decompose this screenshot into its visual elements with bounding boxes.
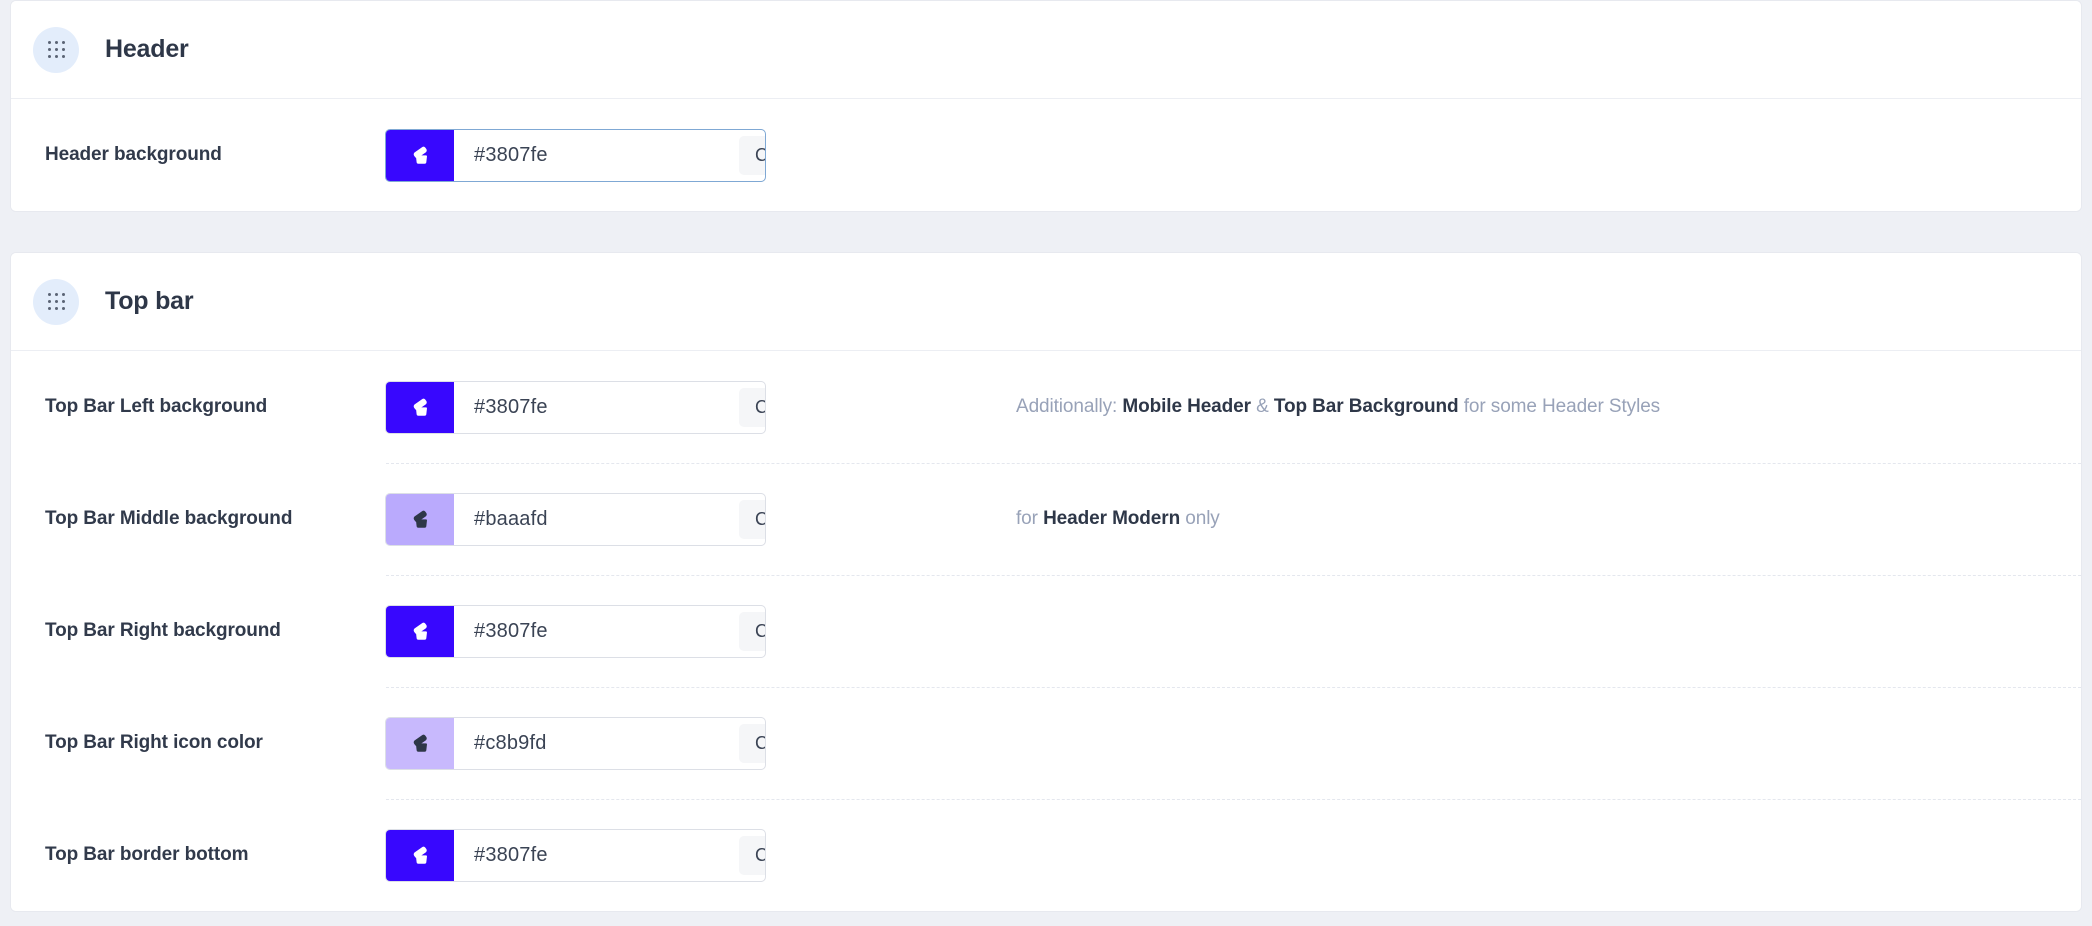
hint-strong-1: Mobile Header [1122,396,1251,417]
clear-color-button[interactable]: Clear [739,723,765,763]
hex-color-input[interactable] [454,129,739,181]
section-rows: Top Bar Left background Clear Additionally… [11,351,2081,911]
settings-card-top-bar: Top bar Top Bar Left background Clear Addit… [10,252,2082,912]
section-rows: Header background Clear [11,99,2081,211]
hex-color-input[interactable] [454,605,739,657]
color-swatch-button[interactable] [386,829,454,881]
drag-dots-glyph [47,293,65,310]
drag-dots-glyph [47,41,65,58]
section-header: Header [11,1,2081,99]
setting-label: Header background [45,144,222,165]
paint-bucket-icon [409,732,431,754]
paint-bucket-icon [409,844,431,866]
row-hint: for Header Modern only [1016,508,1220,530]
section-header: Top bar [11,253,2081,351]
clear-color-button[interactable]: Clear [739,135,765,175]
color-picker-field[interactable]: Clear [385,380,766,434]
setting-label: Top Bar Left background [45,396,268,417]
setting-row: Top Bar Right icon color Clear [11,687,2081,799]
hex-color-input[interactable] [454,717,739,769]
color-picker-field[interactable]: Clear [385,828,766,882]
row-hint: Additionally: Mobile Header & Top Bar Ba… [1016,396,1660,418]
color-swatch-button[interactable] [386,605,454,657]
paint-bucket-icon [409,144,431,166]
drag-dots-icon[interactable] [33,278,79,325]
clear-color-button[interactable]: Clear [739,835,765,875]
hint-strong-1: Header Modern [1043,508,1181,529]
setting-label: Top Bar Right background [45,620,281,641]
hex-color-input[interactable] [454,829,739,881]
hint-text-2: & [1250,396,1274,417]
section-title: Header [105,35,189,63]
setting-row: Top Bar border bottom Clear [11,799,2081,911]
setting-row: Top Bar Left background Clear Additionally… [11,351,2081,463]
hint-strong-3: Top Bar Background [1273,396,1459,417]
setting-row: Header background Clear [11,99,2081,211]
hint-text-4: for some Header Styles [1458,396,1661,417]
settings-card-header: Header Header background Clear [10,0,2082,212]
clear-color-button[interactable]: Clear [739,611,765,651]
sections-container: Header Header background Clear Top bar Top B… [0,0,2092,912]
color-swatch-button[interactable] [386,717,454,769]
color-picker-field[interactable]: Clear [385,716,766,770]
paint-bucket-icon [409,620,431,642]
card-separator [0,212,2092,252]
paint-bucket-icon [409,396,431,418]
hint-text-0: Additionally: [1016,396,1123,417]
settings-page: Header Header background Clear Top bar Top B… [0,0,2092,926]
hint-text-2: only [1180,508,1220,529]
color-swatch-button[interactable] [386,493,454,545]
hint-text-0: for [1016,508,1044,529]
color-swatch-button[interactable] [386,129,454,181]
clear-color-button[interactable]: Clear [739,387,765,427]
drag-dots-icon[interactable] [33,26,79,73]
clear-color-button[interactable]: Clear [739,499,765,539]
setting-label: Top Bar Middle background [45,508,293,529]
setting-row: Top Bar Right background Clear [11,575,2081,687]
setting-row: Top Bar Middle background Clear for Header… [11,463,2081,575]
color-swatch-button[interactable] [386,381,454,433]
color-picker-field[interactable]: Clear [385,604,766,658]
paint-bucket-icon [409,508,431,530]
color-picker-field[interactable]: Clear [385,128,766,182]
setting-label: Top Bar Right icon color [45,732,263,753]
hex-color-input[interactable] [454,493,739,545]
color-picker-field[interactable]: Clear [385,492,766,546]
hex-color-input[interactable] [454,381,739,433]
section-title: Top bar [105,287,194,315]
setting-label: Top Bar border bottom [45,844,249,865]
